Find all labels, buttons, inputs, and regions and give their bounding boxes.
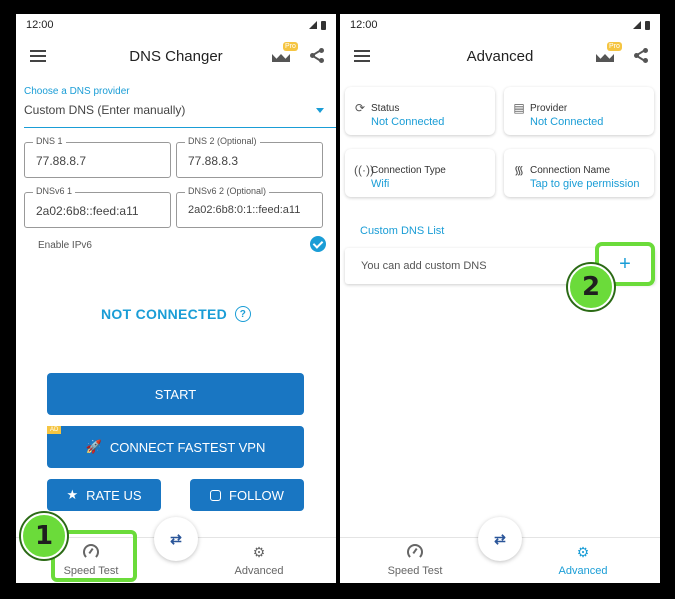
provider-card-title: Provider <box>530 103 568 114</box>
plus-icon: + <box>619 252 631 275</box>
provider-label: Choose a DNS provider <box>24 86 130 97</box>
provider-card-value: Not Connected <box>530 116 604 128</box>
menu-icon[interactable] <box>354 50 370 62</box>
wifi-icon: ᯾ <box>513 163 525 177</box>
antenna-icon: ((·)) <box>354 163 374 177</box>
nav-speed-label: Speed Test <box>387 565 443 577</box>
app-bar: Advanced Pro <box>340 42 660 70</box>
dnsv6-1-value: 2a02:6b8::feed:a11 <box>36 204 139 218</box>
menu-icon[interactable] <box>30 50 46 62</box>
dns2-label: DNS 2 (Optional) <box>185 136 260 146</box>
empty-message: You can add custom DNS <box>361 260 487 272</box>
status-bar: 12:00 <box>340 14 660 36</box>
speedometer-icon <box>407 544 423 560</box>
connect-vpn-button[interactable]: AD 🚀 CONNECT FASTEST VPN <box>47 426 304 468</box>
rate-label: RATE US <box>86 487 142 503</box>
clock: 12:00 <box>26 19 54 31</box>
signal-icon <box>309 21 317 29</box>
nav-advanced-label: Advanced <box>558 565 608 577</box>
clock: 12:00 <box>350 19 378 31</box>
start-label: START <box>154 386 197 402</box>
gear-icon: ⚙ <box>576 544 590 560</box>
divider <box>24 127 336 128</box>
status-card-title: Status <box>371 103 400 114</box>
dnsv6-2-value: 2a02:6b8:0:1::feed:a11 <box>188 204 301 216</box>
app-bar: DNS Changer Pro <box>16 42 336 70</box>
status-card[interactable]: ⟳ Status Not Connected <box>345 87 495 135</box>
share-icon[interactable] <box>310 48 324 63</box>
crown-icon[interactable]: Pro <box>596 42 622 62</box>
swap-fab[interactable]: ⇄ <box>478 517 522 561</box>
dns2-value: 77.88.8.3 <box>188 154 239 168</box>
connection-type-title: Connection Type <box>371 165 446 176</box>
provider-select[interactable]: Custom DNS (Enter manually) <box>24 103 185 117</box>
dnsv6-2-label: DNSv6 2 (Optional) <box>185 186 270 196</box>
provider-card[interactable]: ▤ Provider Not Connected <box>504 87 654 135</box>
star-icon: ★ <box>66 487 79 502</box>
instagram-icon <box>210 489 222 501</box>
nav-advanced[interactable]: ⚙ Advanced <box>214 544 304 577</box>
swap-icon: ⇄ <box>494 530 506 547</box>
connection-status-text: NOT CONNECTED <box>100 306 227 322</box>
chevron-down-icon[interactable] <box>316 108 324 113</box>
connection-type-value: Wifi <box>371 178 390 190</box>
share-icon[interactable] <box>634 48 648 63</box>
battery-icon <box>321 20 326 30</box>
step-2-badge: 2 <box>568 264 614 310</box>
rocket-icon: 🚀 <box>85 439 102 454</box>
status-bar: 12:00 <box>16 14 336 36</box>
dns1-field[interactable]: DNS 1 77.88.8.7 <box>24 136 171 178</box>
step-1-badge: 1 <box>21 513 67 559</box>
pro-badge: Pro <box>283 42 298 51</box>
dns1-value: 77.88.8.7 <box>36 154 87 168</box>
connection-name-card[interactable]: ᯾ Connection Name Tap to give permission <box>504 149 654 197</box>
dnsv6-2-field[interactable]: DNSv6 2 (Optional) 2a02:6b8:0:1::feed:a1… <box>176 186 323 228</box>
follow-button[interactable]: FOLLOW <box>190 479 304 511</box>
swap-icon: ⇄ <box>170 530 182 547</box>
signal-icon <box>633 21 641 29</box>
connection-name-value: Tap to give permission <box>530 178 640 190</box>
dnsv6-1-label: DNSv6 1 <box>33 186 76 196</box>
follow-label: FOLLOW <box>229 487 284 503</box>
dnsv6-1-field[interactable]: DNSv6 1 2a02:6b8::feed:a11 <box>24 186 171 228</box>
ad-badge: AD <box>47 426 62 434</box>
enable-ipv6-checkbox[interactable] <box>310 236 326 252</box>
dns1-label: DNS 1 <box>33 136 66 146</box>
vpn-label: CONNECT FASTEST VPN <box>109 439 266 455</box>
help-icon[interactable]: ? <box>235 306 251 322</box>
connection-status: NOT CONNECTED ? <box>16 306 336 322</box>
nav-speed-test[interactable]: Speed Test <box>370 544 460 577</box>
battery-icon <box>645 20 650 30</box>
rate-us-button[interactable]: ★ RATE US <box>47 479 161 511</box>
custom-dns-list-label: Custom DNS List <box>360 225 445 237</box>
server-icon: ▤ <box>513 101 525 115</box>
pro-badge: Pro <box>607 42 622 51</box>
nav-advanced-label: Advanced <box>234 565 284 577</box>
dns2-field[interactable]: DNS 2 (Optional) 77.88.8.3 <box>176 136 323 178</box>
crown-icon[interactable]: Pro <box>272 42 298 62</box>
gear-icon: ⚙ <box>252 544 266 560</box>
connection-name-title: Connection Name <box>530 165 611 176</box>
left-screen: 12:00 DNS Changer Pro Choose a DNS provi… <box>16 14 336 583</box>
enable-ipv6-label: Enable IPv6 <box>38 240 92 251</box>
right-screen: 12:00 Advanced Pro ⟳ Status Not Connecte… <box>340 14 660 583</box>
status-card-value: Not Connected <box>371 116 445 128</box>
start-button[interactable]: START <box>47 373 304 415</box>
sync-icon: ⟳ <box>354 101 366 115</box>
swap-fab[interactable]: ⇄ <box>154 517 198 561</box>
connection-type-card[interactable]: ((·)) Connection Type Wifi <box>345 149 495 197</box>
nav-advanced[interactable]: ⚙ Advanced <box>538 544 628 577</box>
